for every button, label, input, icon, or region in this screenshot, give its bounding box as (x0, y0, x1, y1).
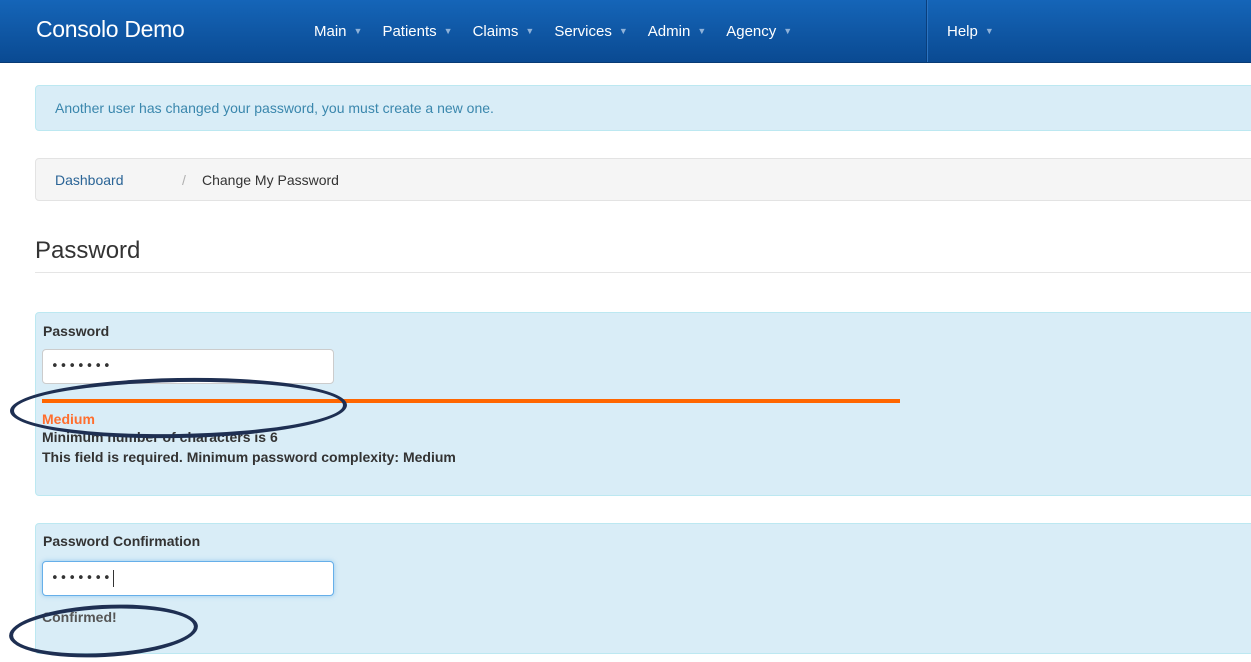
nav-item-admin[interactable]: Admin ▼ (648, 0, 706, 62)
chevron-down-icon: ▼ (984, 26, 994, 36)
chevron-down-icon: ▼ (443, 26, 453, 36)
main-menu: Main ▼ Patients ▼ Claims ▼ Services ▼ Ad… (314, 0, 812, 62)
password-confirmation-label: Password Confirmation (43, 533, 201, 549)
nav-item-main[interactable]: Main ▼ (314, 0, 362, 62)
chevron-down-icon: ▼ (697, 26, 707, 36)
password-form-group: Password ••••••• Medium Minimum number o… (35, 312, 1251, 496)
password-confirmation-form-group: Password Confirmation ••••••• Confirmed! (35, 523, 1251, 654)
chevron-down-icon: ▼ (525, 26, 535, 36)
nav-item-label: Help (947, 22, 978, 40)
nav-item-label: Claims (472, 22, 519, 40)
chevron-down-icon: ▼ (783, 26, 793, 36)
nav-item-help[interactable]: Help ▼ (947, 0, 994, 62)
text-cursor (112, 570, 114, 587)
page-title: Password (35, 237, 141, 264)
breadcrumb-current: Change My Password (202, 172, 339, 188)
password-help-min-chars: Minimum number of characters is 6 (42, 429, 278, 445)
confirmation-status: Confirmed! (42, 609, 117, 625)
nav-item-label: Patients (382, 22, 437, 40)
chevron-down-icon: ▼ (353, 26, 363, 36)
password-help-required: This field is required. Minimum password… (42, 449, 456, 465)
breadcrumb-dashboard-link[interactable]: Dashboard (55, 172, 124, 188)
alert-message: Another user has changed your password, … (55, 100, 494, 116)
brand-logo[interactable]: Consolo Demo (36, 16, 185, 43)
nav-item-agency[interactable]: Agency ▼ (726, 0, 792, 62)
breadcrumb-separator: / (182, 172, 186, 188)
password-input[interactable]: ••••••• (42, 349, 334, 384)
nav-item-label: Admin (647, 22, 691, 40)
nav-item-label: Services (554, 22, 612, 40)
nav-item-patients[interactable]: Patients ▼ (382, 0, 452, 62)
password-strength-label: Medium (42, 411, 95, 427)
nav-item-label: Agency (726, 22, 777, 40)
nav-item-claims[interactable]: Claims ▼ (473, 0, 535, 62)
password-strength-bar (42, 399, 900, 403)
title-divider (35, 272, 1251, 273)
breadcrumb: Dashboard / Change My Password (35, 158, 1251, 201)
info-alert: Another user has changed your password, … (35, 85, 1251, 131)
top-navbar: Consolo Demo Main ▼ Patients ▼ Claims ▼ … (0, 0, 1251, 63)
nav-item-services[interactable]: Services ▼ (554, 0, 627, 62)
password-confirmation-input[interactable]: ••••••• (42, 561, 334, 596)
nav-item-label: Main (314, 22, 347, 40)
nav-divider (926, 0, 927, 62)
password-label: Password (43, 323, 110, 339)
password-confirmation-value: ••••••• (51, 571, 112, 586)
chevron-down-icon: ▼ (618, 26, 628, 36)
